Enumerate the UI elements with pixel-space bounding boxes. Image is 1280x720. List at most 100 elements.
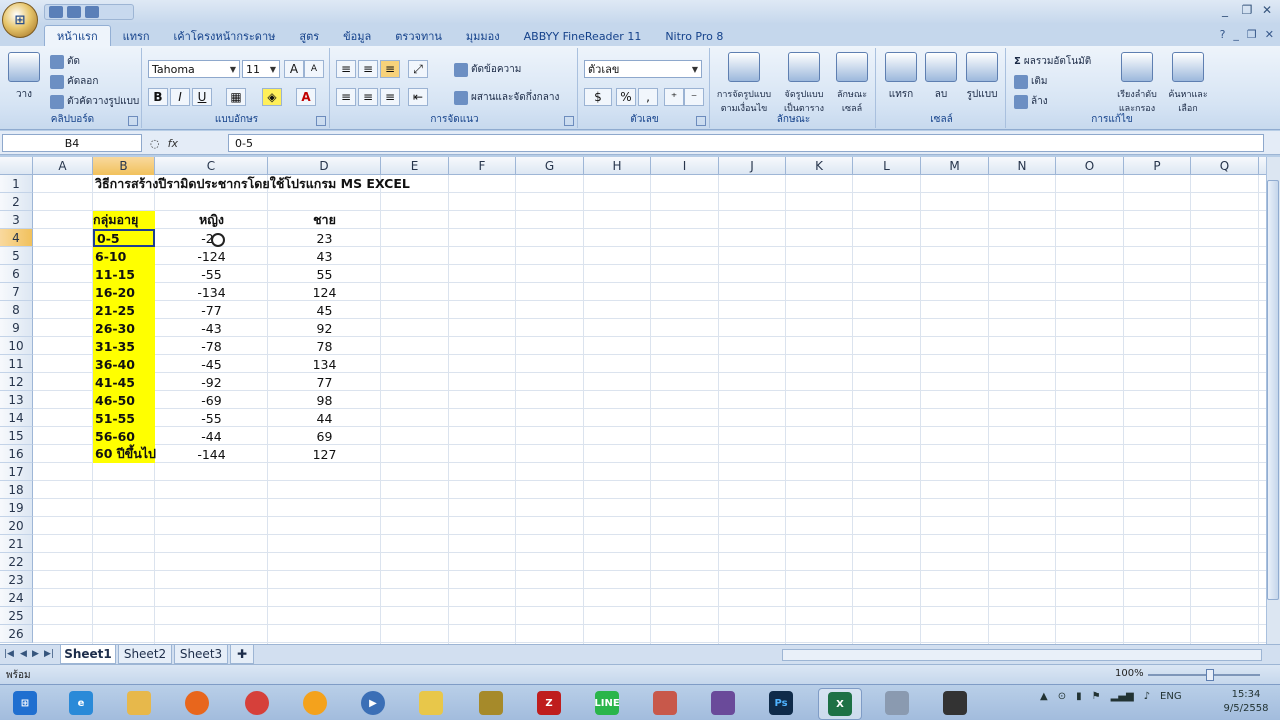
tab-abbyy[interactable]: ABBYY FineReader 11 [512, 26, 654, 46]
tab-page-layout[interactable]: เค้าโครงหน้ากระดาษ [162, 26, 288, 46]
align-bottom-icon[interactable]: ≡ [380, 60, 400, 78]
number-format-select[interactable]: ตัวเลข ▼ [584, 60, 702, 78]
taskbar-app-red[interactable] [644, 688, 686, 718]
age-group-cell[interactable]: 16-20 [93, 283, 155, 301]
female-value-cell[interactable]: -124 [155, 247, 268, 265]
taskbar-app-purple[interactable] [702, 688, 744, 718]
signal-icon[interactable]: ▂▄▆ [1111, 691, 1134, 702]
row-header-5[interactable]: 5 [0, 247, 33, 265]
insert-function-icon[interactable]: fx [168, 137, 178, 150]
taskbar-app-orange[interactable] [294, 688, 336, 718]
row-header-23[interactable]: 23 [0, 571, 33, 589]
male-value-cell[interactable]: 43 [268, 247, 381, 265]
header-male[interactable]: ชาย [268, 211, 381, 229]
autosum-button[interactable]: Σ ผลรวมอัตโนมัติ [1014, 54, 1091, 69]
italic-button[interactable]: I [170, 88, 190, 106]
currency-icon[interactable]: $ [584, 88, 612, 106]
column-header-g[interactable]: G [516, 157, 584, 175]
network-icon[interactable]: ⊙ [1058, 691, 1066, 702]
align-middle-icon[interactable]: ≡ [358, 60, 378, 78]
font-size-select[interactable]: 11 ▼ [242, 60, 280, 78]
row-header-16[interactable]: 16 [0, 445, 33, 463]
column-header-p[interactable]: P [1124, 157, 1191, 175]
clock[interactable]: 15:34 9/5/2558 [1218, 688, 1274, 716]
row-header-21[interactable]: 21 [0, 535, 33, 553]
age-group-cell[interactable]: 41-45 [93, 373, 155, 391]
female-value-cell[interactable]: -69 [155, 391, 268, 409]
male-value-cell[interactable]: 98 [268, 391, 381, 409]
start-button[interactable]: ⊞ [4, 688, 46, 718]
taskbar-excel[interactable]: X [818, 688, 862, 720]
first-sheet-icon[interactable]: |◀ [4, 649, 14, 659]
female-value-cell[interactable]: -77 [155, 301, 268, 319]
zoom-slider-knob[interactable] [1206, 669, 1214, 681]
font-color-icon[interactable]: A [296, 88, 316, 106]
taskbar-app-dark[interactable] [934, 688, 976, 718]
female-value-cell[interactable]: -92 [155, 373, 268, 391]
selected-cell-b4[interactable]: 0-5 [93, 229, 155, 247]
vertical-scroll-thumb[interactable] [1267, 180, 1279, 600]
taskbar-chrome[interactable] [236, 688, 278, 718]
underline-button[interactable]: U [192, 88, 212, 106]
formula-input[interactable]: 0-5 [228, 134, 1264, 152]
last-sheet-icon[interactable]: ▶| [44, 649, 54, 659]
office-button[interactable]: ⊞ [2, 2, 38, 38]
borders-icon[interactable]: ▦ [226, 88, 246, 106]
tab-insert[interactable]: แทรก [111, 26, 162, 46]
sheet-tab-sheet1[interactable]: Sheet1 [60, 645, 116, 664]
taskbar-firefox[interactable] [176, 688, 218, 718]
female-value-cell[interactable]: -144 [155, 445, 268, 463]
delete-cells-button[interactable]: ลบ [922, 52, 960, 102]
row-header-2[interactable]: 2 [0, 193, 33, 211]
row-header-25[interactable]: 25 [0, 607, 33, 625]
column-header-c[interactable]: C [155, 157, 268, 175]
row-header-9[interactable]: 9 [0, 319, 33, 337]
tab-review[interactable]: ตรวจทาน [383, 26, 454, 46]
close-button[interactable]: ✕ [1258, 3, 1276, 19]
bold-button[interactable]: B [148, 88, 168, 106]
row-header-7[interactable]: 7 [0, 283, 33, 301]
age-group-cell[interactable]: 26-30 [93, 319, 155, 337]
column-header-m[interactable]: M [921, 157, 989, 175]
row-header-22[interactable]: 22 [0, 553, 33, 571]
column-header-d[interactable]: D [268, 157, 381, 175]
row-header-24[interactable]: 24 [0, 589, 33, 607]
shrink-font-button[interactable]: A [304, 60, 324, 78]
male-value-cell[interactable]: 69 [268, 427, 381, 445]
female-value-cell[interactable]: -44 [155, 427, 268, 445]
male-value-cell[interactable]: 127 [268, 445, 381, 463]
column-header-q[interactable]: Q [1191, 157, 1259, 175]
column-header-e[interactable]: E [381, 157, 449, 175]
age-group-cell[interactable]: 56-60 [93, 427, 155, 445]
percent-button[interactable]: % [616, 88, 636, 106]
sheet-title-cell[interactable]: วิธีการสร้างปีรามิดประชากรโดยใช้โปรแกรม … [93, 175, 453, 193]
comma-button[interactable]: , [638, 88, 658, 106]
male-value-cell[interactable]: 55 [268, 265, 381, 283]
restore-button[interactable]: ❐ [1238, 3, 1256, 19]
zoom-level[interactable]: 100% [1115, 668, 1144, 679]
horizontal-scrollbar[interactable] [782, 649, 1262, 661]
row-header-10[interactable]: 10 [0, 337, 33, 355]
save-icon[interactable] [49, 6, 63, 18]
row-header-20[interactable]: 20 [0, 517, 33, 535]
flag-icon[interactable]: ⚑ [1092, 691, 1101, 702]
row-header-14[interactable]: 14 [0, 409, 33, 427]
male-value-cell[interactable]: 124 [268, 283, 381, 301]
taskbar-ie[interactable]: e [60, 688, 102, 718]
age-group-cell[interactable]: 46-50 [93, 391, 155, 409]
header-female[interactable]: หญิง [155, 211, 268, 229]
female-value-cell[interactable]: -78 [155, 337, 268, 355]
restore-icon[interactable]: ❐ [1247, 28, 1257, 41]
column-header-f[interactable]: F [449, 157, 516, 175]
worksheet-grid[interactable]: ABCDEFGHIJKLMNOPQ 1 2 3 4 5 6 7 8 9 10 11 12 13 14 15 1… [0, 157, 1266, 644]
age-group-cell[interactable]: 60 ปีขึ้นไป [93, 445, 156, 463]
female-value-cell[interactable]: -55 [155, 409, 268, 427]
format-painter-button[interactable]: ตัวคัดวางรูปแบบ [50, 94, 139, 109]
sheet-tab-sheet2[interactable]: Sheet2 [118, 645, 172, 664]
language-indicator[interactable]: ENG [1160, 691, 1182, 702]
align-center-icon[interactable]: ≡ [358, 88, 378, 106]
tab-nitro[interactable]: Nitro Pro 8 [653, 26, 735, 46]
row-header-13[interactable]: 13 [0, 391, 33, 409]
age-group-cell[interactable]: 11-15 [93, 265, 155, 283]
redo-icon[interactable] [85, 6, 99, 18]
